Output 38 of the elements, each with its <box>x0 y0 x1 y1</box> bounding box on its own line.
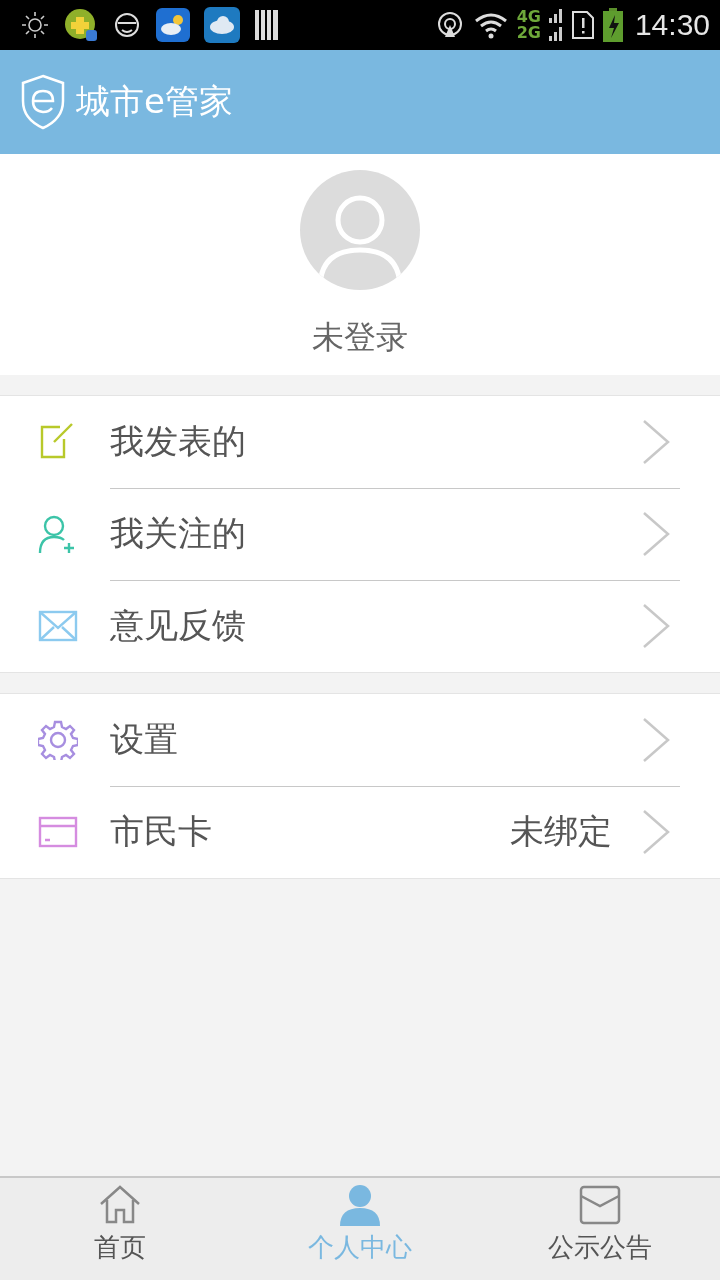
menu-label: 设置 <box>110 718 179 761</box>
battery-icon <box>602 8 623 42</box>
menu-item[interactable]: 我发表的 <box>0 396 720 488</box>
bind-status: 未绑定 <box>510 810 612 853</box>
network-type: 4G <box>516 9 541 25</box>
sim-alert-icon <box>570 10 595 40</box>
nav-tab[interactable]: 首页 <box>0 1178 240 1280</box>
sun-icon <box>20 10 50 40</box>
person-icon <box>338 1184 382 1226</box>
face-icon <box>112 10 142 40</box>
menu-label: 意见反馈 <box>110 604 247 647</box>
shield-logo-icon <box>20 74 66 130</box>
chevron-icon <box>642 511 670 557</box>
home-icon <box>98 1184 142 1226</box>
app-icon <box>64 8 98 42</box>
settings-icon <box>38 720 78 760</box>
avatar-icon[interactable] <box>300 170 420 290</box>
mail-icon <box>578 1184 622 1226</box>
signal-icon <box>548 8 563 42</box>
menu-label: 市民卡 <box>110 810 213 853</box>
clock-time: 14:30 <box>634 8 710 42</box>
barcode-icon <box>254 9 280 41</box>
menu-item[interactable]: 市民卡 未绑定 <box>0 786 720 878</box>
nav-tab[interactable]: 公示公告 <box>480 1178 720 1280</box>
cloud-icon <box>204 7 240 43</box>
login-status[interactable]: 未登录 <box>312 316 408 360</box>
chevron-icon <box>642 717 670 763</box>
app-title: 城市e管家 <box>76 80 233 123</box>
menu-item[interactable]: 我关注的 <box>0 488 720 580</box>
network-type: 2G <box>516 25 541 41</box>
menu-item[interactable]: 意见反馈 <box>0 580 720 672</box>
chevron-icon <box>642 419 670 465</box>
chevron-icon <box>642 603 670 649</box>
weather-icon <box>156 8 190 42</box>
menu-label: 我关注的 <box>110 512 247 555</box>
menu-item[interactable]: 设置 <box>0 694 720 786</box>
chevron-icon <box>642 809 670 855</box>
menu-label: 我发表的 <box>110 420 247 463</box>
